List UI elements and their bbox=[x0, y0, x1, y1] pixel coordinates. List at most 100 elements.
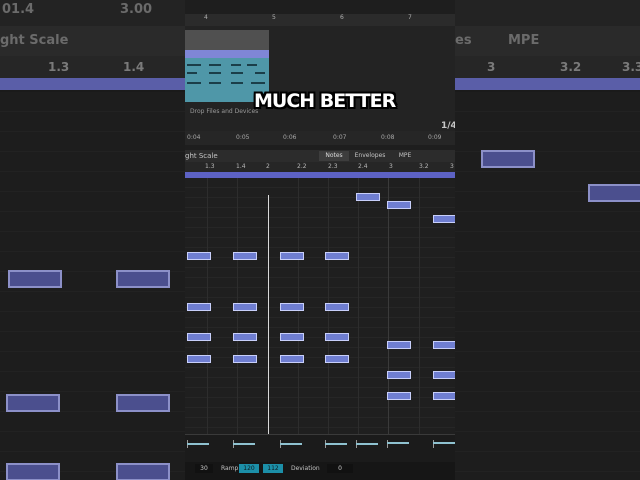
bg-note bbox=[116, 463, 170, 480]
bg-note bbox=[6, 463, 60, 480]
bg-note bbox=[481, 150, 535, 168]
midi-note[interactable] bbox=[280, 333, 304, 341]
velocity-marker[interactable] bbox=[233, 443, 255, 445]
time-number: 0:05 bbox=[236, 134, 250, 141]
tab-mpe[interactable]: MPE bbox=[395, 151, 415, 161]
velocity-marker[interactable] bbox=[280, 443, 302, 445]
velocity-marker[interactable] bbox=[387, 442, 409, 444]
bg-tab-mpe: MPE bbox=[508, 33, 540, 48]
clip-note-mark bbox=[187, 64, 201, 66]
beat-number: 1.4 bbox=[236, 163, 246, 170]
midi-note[interactable] bbox=[387, 341, 411, 349]
midi-note[interactable] bbox=[325, 252, 349, 260]
velocity-marker[interactable] bbox=[187, 443, 209, 445]
ramp-end-field[interactable]: 112 bbox=[263, 464, 283, 473]
video-caption: MUCH BETTER bbox=[254, 90, 396, 112]
beat-number: 3 bbox=[389, 163, 393, 170]
clip-note-mark bbox=[231, 72, 243, 74]
bg-tab-envelopes: es bbox=[455, 33, 472, 48]
bg-top-left-text: 01.4 bbox=[2, 2, 35, 17]
bg-top-center-text: 3.00 bbox=[120, 2, 153, 17]
bg-scale-title: ght Scale bbox=[0, 33, 69, 48]
velocity-value-field[interactable]: 30 bbox=[195, 464, 213, 473]
ruler-number: 5 bbox=[272, 14, 276, 21]
bg-ruler-num: 3.2 bbox=[560, 60, 582, 74]
time-number: 0:08 bbox=[381, 134, 395, 141]
clip-note-mark bbox=[231, 64, 241, 66]
bg-note bbox=[116, 270, 170, 288]
ramp-label: Ramp bbox=[221, 465, 239, 472]
midi-note[interactable] bbox=[187, 303, 211, 311]
clip-note-mark bbox=[209, 82, 221, 84]
midi-note[interactable] bbox=[387, 371, 411, 379]
bg-ruler-num: 1.3 bbox=[48, 60, 70, 74]
clip-note-mark bbox=[247, 64, 257, 66]
midi-note[interactable] bbox=[433, 392, 455, 400]
midi-note[interactable] bbox=[433, 341, 455, 349]
time-number: 0:06 bbox=[283, 134, 297, 141]
clip-note-mark bbox=[187, 82, 201, 84]
grid-fraction[interactable]: 1/4 bbox=[441, 121, 455, 131]
midi-note[interactable] bbox=[387, 201, 411, 209]
velocity-marker[interactable] bbox=[356, 443, 378, 445]
time-number: 0:04 bbox=[187, 134, 201, 141]
midi-note[interactable] bbox=[187, 333, 211, 341]
clip-note-mark bbox=[187, 72, 197, 74]
grid-line bbox=[419, 178, 420, 434]
deviation-label: Deviation bbox=[291, 465, 320, 472]
beat-number: 2.4 bbox=[358, 163, 368, 170]
midi-note[interactable] bbox=[233, 333, 257, 341]
clip-note-mark bbox=[251, 82, 265, 84]
midi-note[interactable] bbox=[325, 355, 349, 363]
beat-ruler[interactable] bbox=[185, 162, 455, 172]
bg-ruler-num: 3.3 bbox=[622, 60, 640, 74]
bg-note bbox=[8, 270, 62, 288]
beat-number: 1.3 bbox=[205, 163, 215, 170]
midi-note[interactable] bbox=[325, 333, 349, 341]
bg-ruler-num: 3 bbox=[487, 60, 496, 74]
ramp-start-field[interactable]: 120 bbox=[239, 464, 259, 473]
deviation-field[interactable]: 0 bbox=[327, 464, 353, 473]
ruler-number: 7 bbox=[408, 14, 412, 21]
midi-note[interactable] bbox=[280, 303, 304, 311]
bg-note bbox=[116, 394, 170, 412]
clip-note-mark bbox=[209, 64, 221, 66]
midi-note[interactable] bbox=[433, 371, 455, 379]
midi-note[interactable] bbox=[325, 303, 349, 311]
velocity-marker[interactable] bbox=[325, 443, 347, 445]
clip-note-mark bbox=[231, 82, 243, 84]
beat-number: 3.2 bbox=[419, 163, 429, 170]
velocity-marker[interactable] bbox=[433, 442, 455, 444]
bg-ruler-num: 1.4 bbox=[123, 60, 145, 74]
midi-note[interactable] bbox=[280, 355, 304, 363]
scale-title: ght Scale bbox=[185, 152, 218, 160]
beat-number: 2.3 bbox=[328, 163, 338, 170]
midi-note[interactable] bbox=[233, 252, 257, 260]
time-ruler[interactable] bbox=[185, 131, 455, 145]
beat-number: 2 bbox=[266, 163, 270, 170]
midi-note[interactable] bbox=[187, 252, 211, 260]
midi-note[interactable] bbox=[387, 392, 411, 400]
midi-clip-header[interactable] bbox=[185, 50, 269, 58]
tab-notes[interactable]: Notes bbox=[319, 151, 349, 161]
velocity-lane[interactable] bbox=[185, 434, 455, 463]
ableton-clip-view: 4 5 6 7 Drop Files and Devices 0:04 0:05… bbox=[185, 0, 455, 480]
midi-note[interactable] bbox=[433, 215, 455, 223]
grid-line bbox=[358, 178, 359, 434]
midi-note[interactable] bbox=[356, 193, 380, 201]
tab-envelopes[interactable]: Envelopes bbox=[353, 151, 387, 161]
ruler-number: 4 bbox=[204, 14, 208, 21]
drop-files-hint: Drop Files and Devices bbox=[190, 108, 259, 115]
beat-number: 3 bbox=[450, 163, 454, 170]
midi-note[interactable] bbox=[233, 303, 257, 311]
midi-note[interactable] bbox=[187, 355, 211, 363]
bg-note bbox=[6, 394, 60, 412]
midi-note[interactable] bbox=[280, 252, 304, 260]
piano-roll-grid[interactable] bbox=[185, 178, 455, 434]
midi-note[interactable] bbox=[233, 355, 257, 363]
clip-note-mark bbox=[255, 72, 265, 74]
bg-note bbox=[588, 184, 640, 202]
arrangement-track-lane bbox=[185, 30, 269, 50]
beat-number: 2.2 bbox=[297, 163, 307, 170]
playhead[interactable] bbox=[268, 195, 269, 458]
